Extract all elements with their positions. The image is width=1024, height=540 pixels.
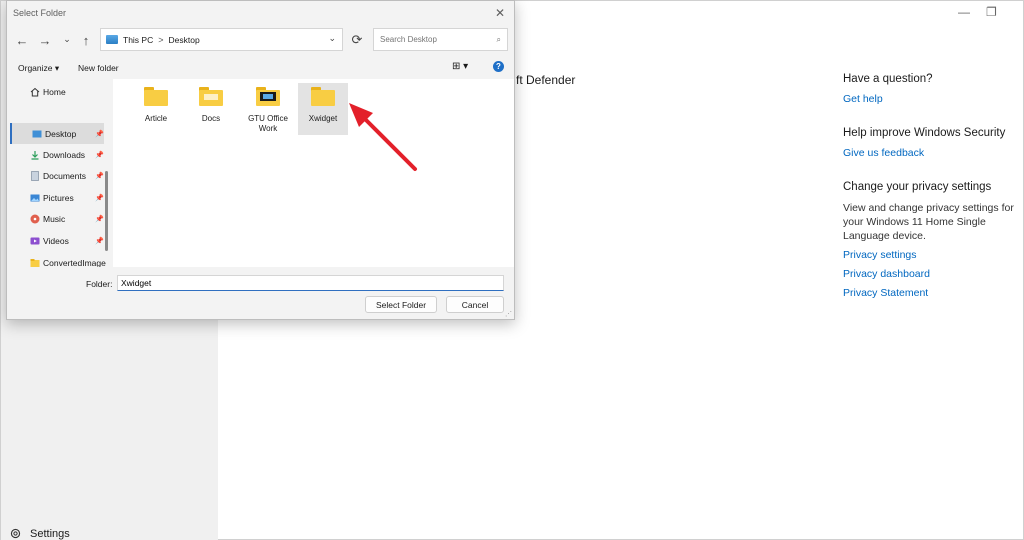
help-side-panel: Have a question? Get help Help improve W… [843, 73, 1015, 321]
cancel-button[interactable]: Cancel [446, 296, 504, 313]
refresh-icon[interactable]: ⟳ [346, 29, 368, 51]
nav-label-documents: Documents [43, 170, 86, 181]
view-options-icon[interactable]: ⊞ ▾ [452, 61, 468, 72]
folder-field-label: Folder: [86, 279, 113, 289]
folder-label-docs: Docs [201, 114, 221, 123]
music-icon [30, 214, 40, 223]
folder-content-pane: Article Docs GTU Office Work Xwidget [113, 79, 514, 267]
nav-item-videos[interactable]: Videos 📌 [10, 230, 104, 251]
folder-label-gtu-office-work: GTU Office Work [248, 114, 288, 133]
nav-label-music: Music [43, 213, 66, 224]
nav-pane-scrollbar[interactable] [105, 171, 108, 251]
nav-item-music[interactable]: Music 📌 [10, 208, 104, 229]
command-toolbar: Organize ▾ New folder ⊞ ▾ ? [7, 59, 514, 79]
folder-icon [256, 87, 280, 106]
privacy-description: View and change privacy settings for you… [843, 202, 1014, 242]
folder-icon [30, 258, 40, 267]
minimize-button[interactable]: — [958, 5, 970, 19]
dialog-title: Select Folder [13, 8, 67, 18]
breadcrumb-this-pc[interactable]: This PC [123, 35, 153, 45]
nav-label-home: Home [43, 86, 66, 97]
question-heading: Have a question? [843, 73, 933, 85]
nav-label-pictures: Pictures [43, 192, 74, 203]
resize-grip-icon[interactable]: ⋰ [505, 310, 512, 318]
help-icon[interactable]: ? [493, 61, 504, 72]
breadcrumb-desktop[interactable]: Desktop [169, 35, 200, 45]
nav-item-downloads[interactable]: Downloads 📌 [10, 144, 104, 165]
navigation-pane: Home Desktop 📌 Downloads 📌 Documents 📌 P… [7, 79, 112, 267]
nav-label-downloads: Downloads [43, 149, 86, 160]
folder-item-article[interactable]: Article [131, 83, 181, 135]
feedback-link[interactable]: Give us feedback [843, 147, 1015, 159]
home-icon [30, 87, 40, 96]
improve-heading: Help improve Windows Security [843, 127, 1006, 139]
address-dropdown-chevron-icon[interactable]: ⌄ [328, 33, 336, 44]
privacy-settings-link[interactable]: Privacy settings [843, 249, 1015, 261]
navigation-bar: ← → ⌄ ↑ This PC > Desktop ⌄ ⟳ ⌕ [7, 27, 514, 55]
search-input[interactable] [380, 35, 490, 44]
folder-icon [311, 87, 335, 106]
folder-icon [144, 87, 168, 106]
back-arrow-icon[interactable]: ← [11, 29, 33, 51]
up-arrow-icon[interactable]: ↑ [75, 29, 97, 51]
red-annotation-arrow-icon [349, 103, 417, 171]
folder-label-xwidget: Xwidget [308, 114, 338, 123]
select-folder-dialog: Select Folder ✕ ← → ⌄ ↑ This PC > Deskto… [6, 0, 515, 320]
nav-label-convertedimage: ConvertedImage [43, 257, 106, 268]
search-icon: ⌕ [496, 34, 501, 44]
get-help-link[interactable]: Get help [843, 93, 1015, 105]
nav-label-videos: Videos [43, 235, 69, 246]
recent-locations-chevron-icon[interactable]: ⌄ [60, 28, 74, 50]
folder-item-gtu-office-work[interactable]: GTU Office Work [242, 83, 294, 135]
settings-label: Settings [30, 527, 70, 540]
nav-label-desktop: Desktop [45, 128, 77, 139]
pin-icon: 📌 [95, 194, 104, 202]
folder-item-docs[interactable]: Docs [186, 83, 236, 135]
dialog-footer: Folder: Select Folder Cancel ⋰ [7, 267, 514, 319]
privacy-dashboard-link[interactable]: Privacy dashboard [843, 268, 1015, 280]
folder-icon [199, 87, 223, 106]
pin-icon: 📌 [95, 237, 104, 245]
maximize-button[interactable]: ❐ [986, 5, 997, 19]
gear-icon [10, 528, 21, 539]
folder-name-input[interactable] [117, 275, 504, 291]
breadcrumb-separator: > [158, 34, 164, 45]
pin-icon: 📌 [95, 215, 104, 223]
pin-icon: 📌 [95, 172, 104, 180]
folder-label-article: Article [144, 114, 168, 123]
organize-button[interactable]: Organize ▾ [18, 63, 59, 74]
search-box[interactable]: ⌕ [373, 28, 508, 51]
document-icon [31, 170, 39, 181]
new-folder-button[interactable]: New folder [78, 63, 119, 73]
pictures-icon [30, 194, 40, 201]
address-bar[interactable]: This PC > Desktop ⌄ [100, 28, 343, 51]
privacy-heading: Change your privacy settings [843, 181, 992, 193]
dialog-titlebar[interactable]: Select Folder ✕ [7, 1, 514, 25]
desktop-icon [32, 130, 42, 137]
page-title-partial: ft Defender [516, 73, 576, 87]
this-pc-icon [106, 35, 118, 44]
nav-item-desktop[interactable]: Desktop 📌 [10, 123, 104, 144]
pin-icon: 📌 [95, 130, 104, 138]
nav-item-pictures[interactable]: Pictures 📌 [10, 187, 104, 208]
nav-item-home[interactable]: Home [10, 81, 104, 102]
nav-item-convertedimage[interactable]: ConvertedImage [10, 252, 106, 268]
pin-icon: 📌 [95, 151, 104, 159]
select-folder-button[interactable]: Select Folder [365, 296, 437, 313]
forward-arrow-icon[interactable]: → [34, 29, 56, 51]
download-icon [31, 150, 39, 160]
close-button[interactable]: ✕ [492, 6, 508, 20]
videos-icon [30, 237, 40, 244]
nav-item-documents[interactable]: Documents 📌 [10, 165, 104, 186]
privacy-statement-link[interactable]: Privacy Statement [843, 287, 1015, 299]
settings-nav-item[interactable]: Settings [9, 527, 70, 540]
